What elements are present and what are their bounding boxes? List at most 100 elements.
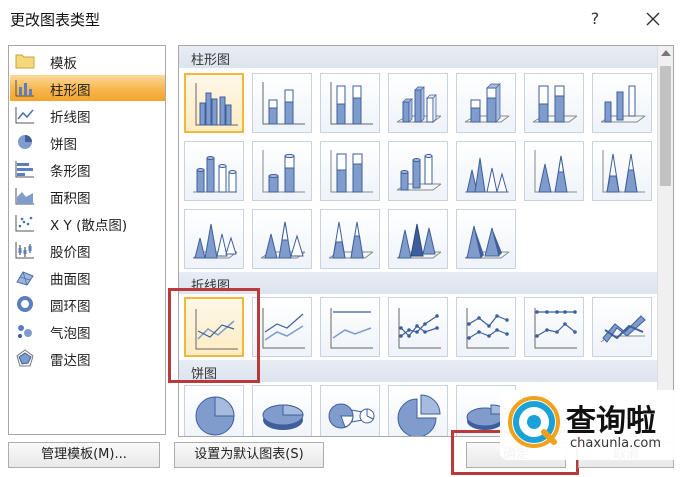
title-bar: 更改图表类型 ? bbox=[0, 0, 682, 38]
type-item-doughnut[interactable]: 圆环图 bbox=[10, 291, 165, 317]
type-item-radar[interactable]: 雷达图 bbox=[10, 345, 165, 371]
3d-line-icon bbox=[600, 315, 646, 343]
percent-stacked-cylinder-icon bbox=[330, 150, 373, 193]
type-item-area[interactable]: 面积图 bbox=[10, 183, 165, 209]
help-button[interactable]: ? bbox=[582, 6, 608, 32]
chart-subtype-3d-column[interactable] bbox=[592, 73, 652, 133]
section-label: 折线图 bbox=[191, 279, 231, 294]
chart-subtype-clustered-column[interactable] bbox=[184, 73, 244, 133]
chart-subtype-3d-pie[interactable] bbox=[252, 385, 312, 436]
chart-subtype-line[interactable] bbox=[184, 297, 244, 357]
chart-subtype-100-stacked-column[interactable] bbox=[320, 73, 380, 133]
chart-subtype-100-stacked-cylinder[interactable] bbox=[320, 141, 380, 201]
3d-cone-column-icon bbox=[396, 223, 442, 259]
chart-subtype-3d-clustered-column[interactable] bbox=[388, 73, 448, 133]
chart-subtype-line-with-markers[interactable] bbox=[388, 297, 448, 357]
watermark: 查询啦 chaxunla.com bbox=[500, 390, 682, 460]
set-default-chart-button[interactable]: 设置为默认图表(S) bbox=[174, 442, 324, 468]
chart-subtype-pie-of-pie[interactable] bbox=[320, 385, 380, 436]
doughnut-chart-icon bbox=[17, 296, 33, 312]
clustered-column-icon bbox=[195, 83, 238, 126]
bar-chart-icon bbox=[15, 161, 34, 178]
chart-subtype-100-stacked-line-with-markers[interactable] bbox=[524, 297, 584, 357]
chart-subtype-pie[interactable] bbox=[184, 385, 244, 436]
chart-subtype-100-stacked-cone[interactable] bbox=[592, 141, 652, 201]
close-button[interactable] bbox=[638, 6, 668, 32]
chart-subtype-3d-cylinder[interactable] bbox=[388, 141, 448, 201]
chart-subtype-clustered-cylinder[interactable] bbox=[184, 141, 244, 201]
chart-subtype-3d-100-stacked-column[interactable] bbox=[524, 73, 584, 133]
chart-subtype-stacked-line-with-markers[interactable] bbox=[456, 297, 516, 357]
type-item-surface[interactable]: 曲面图 bbox=[10, 264, 165, 290]
percent-stacked-column-icon bbox=[330, 82, 373, 125]
type-item-stock[interactable]: 股价图 bbox=[10, 237, 165, 263]
type-item-label: 圆环图 bbox=[50, 299, 91, 315]
line-markers-icon bbox=[398, 308, 441, 349]
chaxunla-logo-icon bbox=[508, 396, 560, 448]
chart-subtype-gallery[interactable]: 柱形图 折线图 饼图 bbox=[178, 45, 674, 437]
pie-icon bbox=[195, 396, 235, 436]
chart-subtype-stacked-cone[interactable] bbox=[524, 141, 584, 201]
chart-subtype-3d-line[interactable] bbox=[592, 297, 652, 357]
chart-subtype-3d-clustered-cone[interactable] bbox=[184, 209, 244, 269]
chart-subtype-3d-stacked-cone[interactable] bbox=[252, 209, 312, 269]
manage-templates-button[interactable]: 管理模板(M)... bbox=[8, 442, 160, 468]
chart-subtype-3d-100-stacked-cone[interactable] bbox=[320, 209, 380, 269]
chart-subtype-clustered-cone[interactable] bbox=[456, 141, 516, 201]
stock-chart-icon bbox=[15, 242, 34, 259]
type-item-template[interactable]: 模板 bbox=[10, 48, 165, 74]
3d-stacked-cone-icon bbox=[260, 221, 306, 259]
section-header-pie: 饼图 bbox=[179, 360, 657, 382]
3d-clustered-column-icon bbox=[396, 86, 442, 123]
3d-cone-icon bbox=[192, 223, 238, 259]
chart-subtype-3d-cone[interactable] bbox=[388, 209, 448, 269]
watermark-name: 查询啦 bbox=[566, 404, 656, 439]
type-item-scatter[interactable]: X Y (散点图) bbox=[10, 210, 165, 236]
cone-icon bbox=[465, 157, 509, 193]
surface-chart-icon bbox=[16, 271, 34, 286]
section-header-column: 柱形图 bbox=[179, 46, 657, 68]
close-icon bbox=[646, 12, 660, 26]
3d-percent-stacked-cone-icon bbox=[328, 221, 374, 259]
chart-subtype-3d-stacked-column[interactable] bbox=[456, 73, 516, 133]
3d-cylinder-icon bbox=[396, 154, 442, 191]
chart-type-list[interactable]: 模板 柱形图 折线图 饼图 条形图 面积图 X Y (散点图) 股价图 曲面图 … bbox=[8, 45, 166, 435]
chart-subtype-stacked-column[interactable] bbox=[252, 73, 312, 133]
type-item-bar[interactable]: 条形图 bbox=[10, 156, 165, 182]
dialog-title: 更改图表类型 bbox=[10, 11, 101, 29]
scroll-thumb[interactable] bbox=[660, 66, 671, 186]
type-item-pie[interactable]: 饼图 bbox=[10, 129, 165, 155]
type-item-label: 雷达图 bbox=[50, 353, 91, 369]
percent-stacked-cone-icon bbox=[602, 150, 645, 193]
line-icon bbox=[195, 309, 238, 350]
bubble-chart-icon bbox=[18, 325, 32, 338]
3d-pie-icon bbox=[262, 404, 304, 430]
pyramid-icon bbox=[464, 225, 510, 259]
3d-column-icon bbox=[600, 85, 646, 123]
section-header-line: 折线图 bbox=[179, 272, 657, 294]
column-chart-icon bbox=[15, 80, 34, 97]
type-item-label: 股价图 bbox=[50, 245, 91, 261]
scroll-up-arrow-icon[interactable] bbox=[661, 50, 671, 56]
type-item-label: 面积图 bbox=[50, 191, 91, 207]
chart-subtype-100-stacked-line[interactable] bbox=[320, 297, 380, 357]
type-item-column[interactable]: 柱形图 bbox=[10, 75, 165, 101]
stacked-cylinder-icon bbox=[262, 150, 305, 193]
type-item-label: 条形图 bbox=[50, 164, 91, 180]
type-item-label: 折线图 bbox=[50, 110, 91, 126]
percent-stacked-line-icon bbox=[330, 308, 373, 349]
watermark-url: chaxunla.com bbox=[570, 436, 661, 451]
gallery-scrollbar[interactable] bbox=[657, 46, 673, 436]
type-item-line[interactable]: 折线图 bbox=[10, 102, 165, 128]
radar-chart-icon bbox=[16, 349, 34, 367]
chart-subtype-3d-pyramid[interactable] bbox=[456, 209, 516, 269]
stacked-column-icon bbox=[262, 82, 305, 125]
type-item-bubble[interactable]: 气泡图 bbox=[10, 318, 165, 344]
stacked-line-icon bbox=[262, 308, 305, 349]
pie-of-pie-icon bbox=[328, 403, 375, 429]
stacked-line-markers-icon bbox=[466, 308, 509, 349]
type-item-label: 曲面图 bbox=[50, 272, 91, 288]
chart-subtype-stacked-line[interactable] bbox=[252, 297, 312, 357]
chart-subtype-exploded-pie[interactable] bbox=[388, 385, 448, 436]
chart-subtype-stacked-cylinder[interactable] bbox=[252, 141, 312, 201]
